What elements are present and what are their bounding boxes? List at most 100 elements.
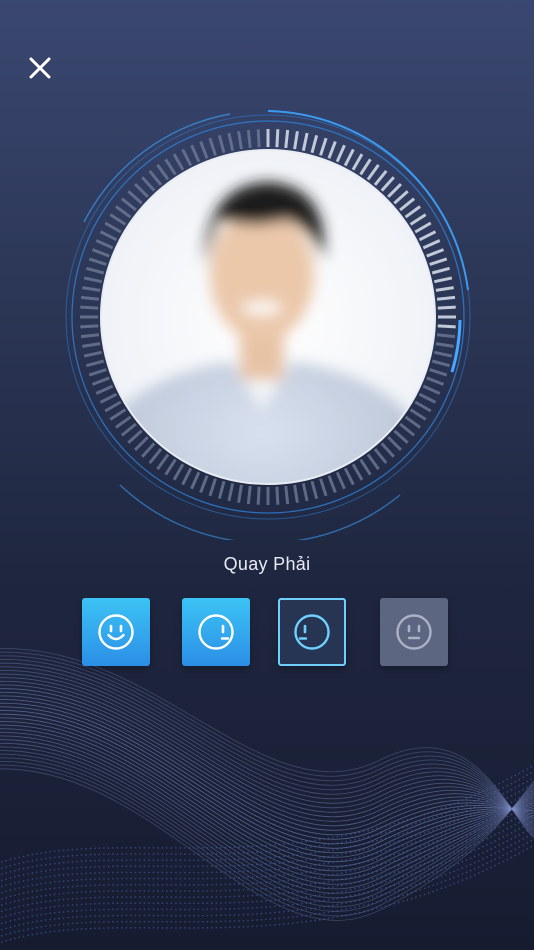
progress-tick xyxy=(164,158,177,176)
step-turn-left xyxy=(278,598,346,666)
progress-tick xyxy=(366,164,380,181)
progress-tick xyxy=(127,429,143,444)
wave-line xyxy=(0,706,534,845)
progress-tick xyxy=(359,458,372,476)
progress-tick xyxy=(310,480,319,499)
liveness-steps xyxy=(0,598,534,670)
progress-tick xyxy=(109,408,127,421)
progress-tick xyxy=(208,137,217,156)
progress-tick xyxy=(91,376,110,386)
progress-tick xyxy=(387,436,402,451)
progress-tick xyxy=(88,368,107,377)
progress-tick xyxy=(127,190,143,205)
progress-tick xyxy=(109,213,127,226)
progress-tick xyxy=(217,135,226,154)
progress-tick xyxy=(217,480,226,499)
wave-line xyxy=(0,699,534,836)
progress-tick xyxy=(86,359,105,368)
progress-tick xyxy=(227,482,235,502)
progress-tick xyxy=(404,415,421,429)
instruction-text: Quay Phải xyxy=(223,554,311,574)
progress-tick xyxy=(409,213,427,226)
step-front-face xyxy=(82,598,150,666)
progress-tick xyxy=(237,131,243,150)
progress-tick xyxy=(380,442,395,458)
progress-tick xyxy=(327,140,337,159)
progress-tick xyxy=(429,257,448,266)
face-turn-right-icon xyxy=(198,614,234,650)
progress-tick xyxy=(404,205,421,219)
progress-tick xyxy=(80,333,100,339)
progress-tick xyxy=(343,148,355,167)
progress-tick xyxy=(373,448,388,465)
step-neutral-face xyxy=(380,598,448,666)
wave-line xyxy=(0,691,534,827)
neutral-face-icon xyxy=(396,614,432,650)
progress-tick xyxy=(83,350,103,358)
progress-tick xyxy=(86,266,105,275)
progress-tick xyxy=(393,190,409,205)
progress-tick xyxy=(335,144,346,163)
wave-line xyxy=(0,702,534,840)
progress-tick xyxy=(172,153,185,171)
progress-tick xyxy=(199,140,209,159)
wave-line xyxy=(0,659,534,834)
progress-tick xyxy=(256,129,261,148)
progress-tick xyxy=(437,324,456,329)
progress-tick xyxy=(433,350,453,358)
close-button[interactable] xyxy=(22,50,58,86)
progress-tick xyxy=(319,137,328,156)
progress-tick xyxy=(95,239,114,250)
progress-tick xyxy=(82,286,101,292)
progress-tick xyxy=(293,131,299,150)
step-turn-right xyxy=(182,598,250,666)
progress-tick xyxy=(95,384,114,395)
wave-line xyxy=(0,717,534,858)
progress-tick xyxy=(148,448,163,465)
progress-tick xyxy=(293,484,299,503)
progress-tick xyxy=(327,475,337,494)
progress-tick xyxy=(199,475,209,494)
progress-tick xyxy=(104,221,122,234)
progress-tick xyxy=(164,458,177,476)
progress-tick xyxy=(431,359,450,368)
face-scanner xyxy=(65,110,471,540)
progress-tick xyxy=(104,400,122,413)
progress-tick xyxy=(237,484,243,503)
progress-tick xyxy=(310,135,319,154)
progress-tick xyxy=(435,286,454,292)
progress-tick xyxy=(418,392,437,404)
progress-tick xyxy=(227,132,235,152)
progress-tick xyxy=(380,176,395,192)
progress-tick xyxy=(436,295,456,301)
progress-tick xyxy=(351,463,364,481)
progress-tick xyxy=(91,248,110,258)
wave-line xyxy=(0,673,534,827)
progress-tick xyxy=(422,384,441,395)
progress-tick xyxy=(414,221,432,234)
progress-tick xyxy=(335,471,346,490)
progress-tick xyxy=(134,183,149,198)
progress-tick xyxy=(99,230,118,242)
progress-tick xyxy=(148,169,163,186)
progress-tick xyxy=(172,463,185,481)
progress-tick xyxy=(359,158,372,176)
progress-tick xyxy=(284,485,290,505)
decorative-wave-lines xyxy=(0,648,534,944)
progress-tick xyxy=(256,486,261,505)
progress-tick xyxy=(246,485,252,505)
progress-tick xyxy=(393,429,409,444)
progress-tick xyxy=(80,295,100,301)
progress-tick xyxy=(115,415,132,429)
progress-tick xyxy=(351,153,364,171)
progress-tick xyxy=(156,164,170,181)
progress-tick xyxy=(181,148,193,167)
face-turn-left-icon xyxy=(294,614,330,650)
progress-tick xyxy=(373,169,388,186)
progress-tick xyxy=(246,129,252,149)
progress-tick xyxy=(429,368,448,377)
progress-tick xyxy=(436,333,456,339)
progress-tick xyxy=(120,422,137,437)
progress-tick xyxy=(80,305,99,310)
progress-tick xyxy=(141,442,156,458)
